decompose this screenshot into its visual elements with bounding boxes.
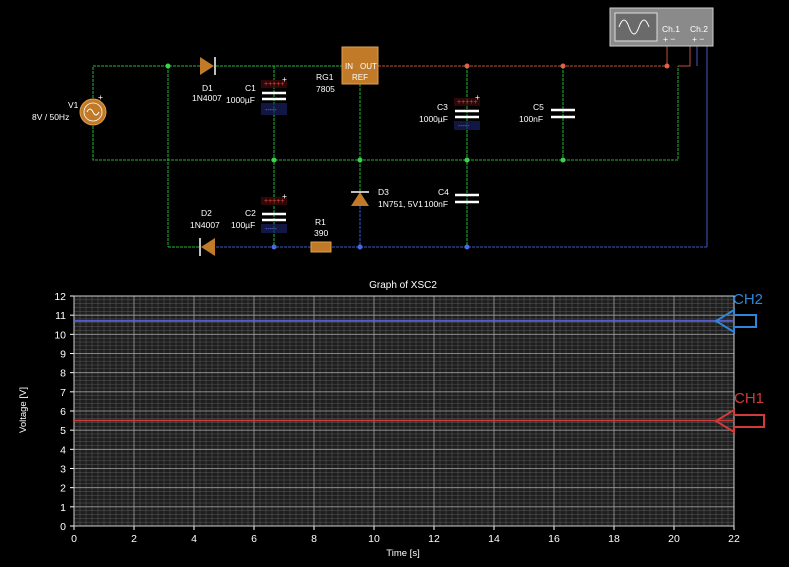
zener-d3[interactable]	[351, 191, 369, 247]
x-tick-label: 0	[71, 533, 77, 545]
wire-ac-return	[92, 66, 679, 161]
capacitor-c3[interactable]: +++++ ----- +	[454, 92, 480, 130]
x-tick-label: 8	[311, 533, 317, 545]
y-tick-label: 10	[54, 329, 66, 341]
x-axis-label: Time [s]	[386, 548, 419, 559]
svg-text:+: +	[282, 191, 287, 201]
c2-ref: C2	[245, 208, 256, 218]
d3-ref: D3	[378, 187, 389, 197]
d3-value: 1N751, 5V1	[378, 199, 423, 209]
ch1-annotation-label: CH1	[734, 390, 764, 407]
schematic: + V1 8V / 50Hz D1 1N4007 D2 1N4007 +++++…	[32, 7, 714, 256]
rg1-pin-in: IN	[345, 62, 353, 71]
svg-text:+: +	[98, 92, 103, 102]
y-tick-label: 11	[55, 310, 66, 322]
r1-value: 390	[314, 228, 328, 238]
x-tick-label: 4	[191, 533, 197, 545]
c5-value: 100nF	[519, 114, 543, 124]
x-tick-label: 12	[428, 533, 440, 545]
c1-value: 1000µF	[226, 95, 255, 105]
oscilloscope-xsc2[interactable]: Ch.1 Ch.2 + − + −	[609, 7, 714, 47]
y-tick-label: 9	[60, 349, 66, 361]
rg1-ref: RG1	[316, 72, 334, 82]
svg-text:+: +	[282, 74, 287, 84]
graph-panel: Graph of XSC2 0 2 4 6 8 10 12 14 16 18 20 220123456…	[18, 280, 765, 559]
regulator-rg1[interactable]: IN OUT REF	[341, 46, 379, 85]
x-tick-label: 6	[251, 533, 257, 545]
y-tick-label: 5	[60, 425, 66, 437]
plot-area: 0 2 4 6 8 10 12 14 16 18 20 220123456789101112	[54, 291, 740, 545]
d2-ref: D2	[201, 208, 212, 218]
y-tick-label: 6	[60, 406, 66, 418]
v1-value: 8V / 50Hz	[32, 112, 69, 122]
x-tick-label: 16	[548, 533, 560, 545]
x-tick-label: 14	[488, 533, 500, 545]
c4-ref: C4	[438, 187, 449, 197]
y-tick-label: 3	[60, 464, 66, 476]
simulation-canvas: + V1 8V / 50Hz D1 1N4007 D2 1N4007 +++++…	[18, 7, 765, 559]
x-tick-label: 18	[608, 533, 620, 545]
d1-value: 1N4007	[192, 93, 222, 103]
c4-value: 100nF	[424, 199, 448, 209]
y-tick-label: 8	[60, 368, 66, 380]
svg-text:+: +	[475, 92, 480, 102]
rg1-pin-out: OUT	[360, 62, 377, 71]
svg-text:-----: -----	[265, 107, 277, 114]
d1-ref: D1	[202, 83, 213, 93]
y-tick-label: 0	[60, 521, 66, 533]
wire-ac-top	[92, 65, 200, 98]
c3-ref: C3	[437, 102, 448, 112]
y-axis-label: Voltage [V]	[18, 387, 29, 433]
y-tick-label: 2	[60, 483, 66, 495]
x-tick-label: 20	[668, 533, 680, 545]
resistor-r1[interactable]	[310, 241, 332, 253]
ch2-annotation-label: CH2	[733, 291, 763, 308]
scope-ch2-pins: + −	[692, 34, 704, 44]
d2-value: 1N4007	[190, 220, 220, 230]
diode-d1[interactable]	[200, 57, 216, 75]
x-tick-label: 22	[728, 533, 740, 545]
graph-title: Graph of XSC2	[369, 280, 437, 291]
diode-d2[interactable]	[199, 238, 215, 256]
r1-ref: R1	[315, 217, 326, 227]
x-tick-label: 2	[131, 533, 137, 545]
rg1-pin-ref: REF	[352, 73, 368, 82]
y-tick-label: 4	[60, 444, 66, 456]
svg-text:-----: -----	[458, 123, 470, 130]
svg-text:-----: -----	[265, 226, 277, 233]
y-tick-label: 7	[60, 387, 66, 399]
scope-ch2-label: Ch.2	[690, 24, 708, 34]
c5-ref: C5	[533, 102, 544, 112]
y-tick-label: 1	[60, 502, 66, 514]
rg1-value: 7805	[316, 84, 335, 94]
c1-ref: C1	[245, 83, 256, 93]
c3-value: 1000µF	[419, 114, 448, 124]
scope-ch1-label: Ch.1	[662, 24, 680, 34]
v1-ref: V1	[68, 100, 79, 110]
y-tick-label: 12	[54, 291, 66, 303]
capacitor-c5[interactable]	[551, 108, 575, 119]
c2-value: 100µF	[231, 220, 255, 230]
scope-ch1-pins: + −	[663, 34, 675, 44]
x-tick-label: 10	[368, 533, 380, 545]
